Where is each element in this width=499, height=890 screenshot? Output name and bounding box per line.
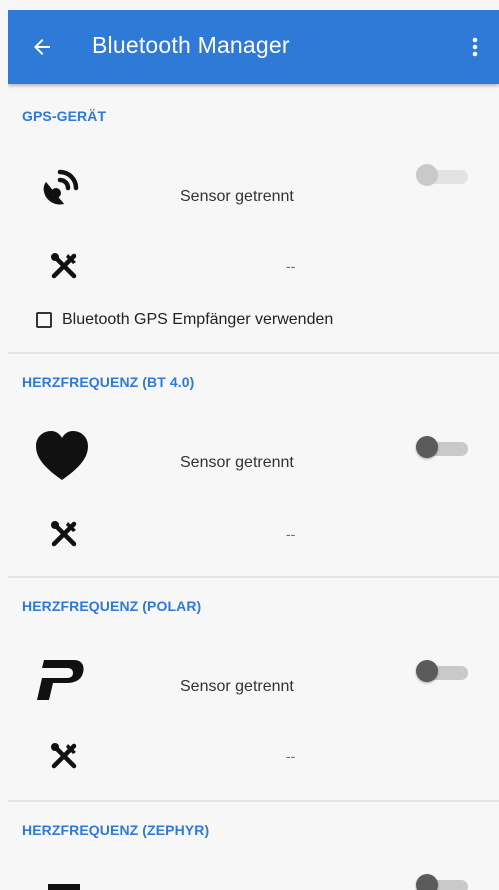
polar-sensor-toggle[interactable] [416, 660, 472, 684]
overflow-menu-button[interactable] [457, 29, 493, 65]
section-header: HERZFREQUENZ (POLAR) [22, 598, 202, 614]
section-divider [8, 576, 499, 578]
heart-icon [34, 428, 90, 484]
section-header: HERZFREQUENZ (ZEPHYR) [22, 822, 210, 838]
arrow-left-icon [34, 39, 50, 55]
toggle-thumb [416, 874, 438, 890]
polar-logo-icon [32, 652, 88, 708]
gps-sensor-toggle[interactable] [416, 164, 472, 188]
use-bluetooth-gps-checkbox-row[interactable]: Bluetooth GPS Empfänger verwenden [36, 311, 333, 329]
section-divider [8, 800, 499, 802]
sensor-status: Sensor getrennt [180, 454, 294, 471]
tools-icon[interactable] [36, 728, 92, 784]
checkbox-label: Bluetooth GPS Empfänger verwenden [62, 311, 334, 328]
section-header: GPS-GERÄT [22, 108, 107, 124]
sensor-status: Sensor getrennt [180, 188, 294, 205]
use-bluetooth-gps-checkbox[interactable] [36, 312, 52, 328]
tools-icon[interactable] [36, 238, 92, 294]
more-vert-icon [472, 37, 478, 57]
sensor-status: Sensor getrennt [180, 678, 294, 695]
tools-icon[interactable] [36, 506, 92, 562]
zephyr-logo-icon [36, 874, 92, 890]
sensor-settings-value: -- [286, 258, 296, 274]
toggle-thumb [416, 164, 438, 186]
section-divider [8, 352, 499, 354]
sensor-settings-value: -- [286, 748, 296, 764]
satellite-dish-icon [34, 158, 90, 214]
toggle-thumb [416, 660, 438, 682]
sensor-settings-value: -- [286, 526, 296, 542]
app-bar: Bluetooth Manager [8, 10, 499, 84]
back-button[interactable] [24, 29, 60, 65]
bluetooth-manager-screen: Bluetooth Manager GPS-GERÄT Sensor getre… [8, 10, 499, 890]
toggle-thumb [416, 436, 438, 458]
bt40-sensor-toggle[interactable] [416, 436, 472, 460]
section-header: HERZFREQUENZ (BT 4.0) [22, 374, 195, 390]
page-title: Bluetooth Manager [92, 32, 290, 58]
zephyr-sensor-toggle[interactable] [416, 874, 472, 890]
